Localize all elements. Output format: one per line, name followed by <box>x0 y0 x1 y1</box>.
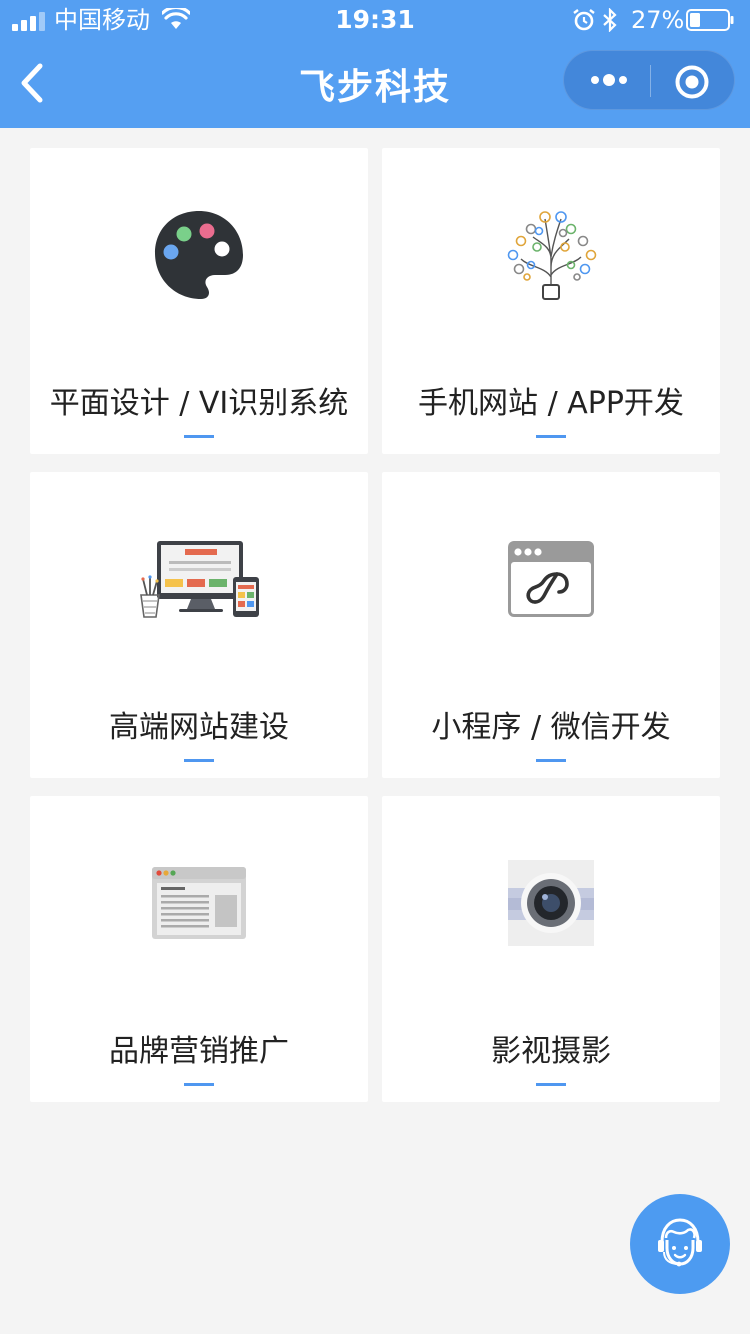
service-card-website[interactable]: 高端网站建设 <box>30 472 368 778</box>
capsule-menu <box>563 50 735 110</box>
card-icon-wrap <box>382 524 720 634</box>
webpage-icon <box>152 867 246 939</box>
mini-program-icon <box>508 541 594 617</box>
customer-service-button[interactable] <box>630 1194 730 1294</box>
card-underline <box>184 1083 214 1086</box>
status-bar: 中国移动 19:31 27% <box>0 0 750 40</box>
camera-icon <box>508 860 594 946</box>
card-label: 小程序 / 微信开发 <box>431 710 671 745</box>
card-label: 高端网站建设 <box>109 710 289 745</box>
capsule-divider <box>650 65 651 97</box>
card-icon-wrap <box>382 848 720 958</box>
card-underline <box>536 759 566 762</box>
navigation-bar: 中国移动 19:31 27% 飞步科技 <box>0 0 750 128</box>
alarm-icon <box>573 9 595 31</box>
card-underline <box>536 1083 566 1086</box>
service-card-video-photography[interactable]: 影视摄影 <box>382 796 720 1102</box>
service-card-brand-marketing[interactable]: 品牌营销推广 <box>30 796 368 1102</box>
palette-icon <box>155 211 243 299</box>
bluetooth-icon <box>603 8 617 32</box>
card-underline <box>184 759 214 762</box>
card-icon-wrap <box>30 848 368 958</box>
card-icon-wrap <box>382 200 720 310</box>
more-icon[interactable] <box>590 69 628 91</box>
card-label: 品牌营销推广 <box>109 1034 289 1069</box>
service-card-mini-program[interactable]: 小程序 / 微信开发 <box>382 472 720 778</box>
customer-service-icon <box>658 1218 702 1267</box>
card-label: 影视摄影 <box>491 1034 611 1069</box>
devices-icon <box>140 541 259 618</box>
card-underline <box>184 435 214 438</box>
card-underline <box>536 435 566 438</box>
card-label: 平面设计 / VI识别系统 <box>49 386 349 421</box>
card-icon-wrap <box>30 524 368 634</box>
card-label: 手机网站 / APP开发 <box>418 386 684 421</box>
battery-percentage: 27% <box>631 6 685 34</box>
service-card-graphic-design[interactable]: 平面设计 / VI识别系统 <box>30 148 368 454</box>
card-icon-wrap <box>30 200 368 310</box>
service-card-mobile-app[interactable]: 手机网站 / APP开发 <box>382 148 720 454</box>
tree-apps-icon <box>507 211 597 300</box>
battery-icon <box>686 9 734 31</box>
target-icon[interactable] <box>675 65 709 99</box>
